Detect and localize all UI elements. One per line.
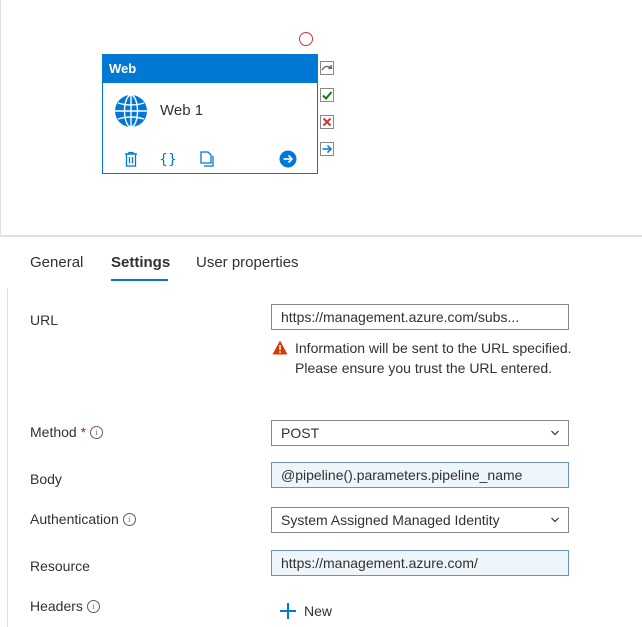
url-warning: Information will be sent to the URL spec…	[272, 339, 572, 378]
authentication-value: System Assigned Managed Identity	[281, 512, 500, 528]
completion-arrow-icon[interactable]	[320, 142, 334, 156]
copy-icon[interactable]	[198, 150, 216, 168]
settings-tabs: General Settings User properties	[0, 237, 642, 287]
method-dropdown[interactable]: POST	[271, 420, 569, 446]
resource-field[interactable]: https://management.azure.com/	[271, 550, 569, 576]
resource-label: Resource	[30, 558, 90, 574]
svg-text:{}: {}	[159, 152, 177, 168]
info-icon[interactable]: i	[122, 513, 136, 526]
code-braces-icon[interactable]: {}	[159, 150, 177, 168]
tab-general[interactable]: General	[30, 254, 83, 271]
globe-icon	[113, 93, 149, 129]
authentication-dropdown[interactable]: System Assigned Managed Identity	[271, 507, 569, 533]
web-activity-node[interactable]: Web Web 1 {}	[102, 54, 318, 174]
method-value: POST	[281, 425, 320, 441]
method-label-text: Method	[30, 424, 77, 440]
authentication-label: Authentication i	[30, 511, 136, 527]
tab-settings[interactable]: Settings	[111, 254, 170, 271]
panel-border	[7, 288, 8, 627]
new-button-label: New	[304, 603, 333, 619]
warning-text: Information will be sent to the URL spec…	[295, 340, 572, 376]
method-label: Method * i	[30, 424, 104, 440]
success-check-icon[interactable]	[320, 88, 334, 102]
chevron-down-icon	[551, 517, 559, 523]
new-header-button[interactable]: New	[280, 603, 332, 619]
connector-handle[interactable]	[299, 32, 313, 46]
url-label: URL	[30, 312, 59, 328]
info-icon[interactable]: i	[90, 426, 104, 439]
info-icon[interactable]: i	[86, 600, 100, 613]
authentication-label-text: Authentication	[30, 511, 119, 527]
chevron-down-icon	[551, 430, 559, 436]
body-label: Body	[30, 471, 62, 487]
node-name: Web 1	[160, 102, 204, 119]
body-field[interactable]: @pipeline().parameters.pipeline_name	[271, 462, 569, 488]
failure-x-icon[interactable]	[320, 115, 334, 129]
active-tab-indicator	[111, 279, 168, 281]
plus-icon	[280, 603, 296, 619]
warning-icon	[272, 340, 288, 355]
required-mark: *	[80, 424, 87, 440]
headers-label-text: Headers	[30, 598, 83, 614]
skip-port-icon[interactable]	[320, 61, 334, 75]
arrow-right-circle-icon[interactable]	[279, 150, 297, 168]
tab-user-properties[interactable]: User properties	[196, 254, 299, 271]
headers-label: Headers i	[30, 598, 100, 614]
url-field[interactable]: https://management.azure.com/subs...	[271, 304, 569, 330]
node-type-label: Web	[103, 55, 317, 83]
delete-icon[interactable]	[122, 150, 140, 168]
